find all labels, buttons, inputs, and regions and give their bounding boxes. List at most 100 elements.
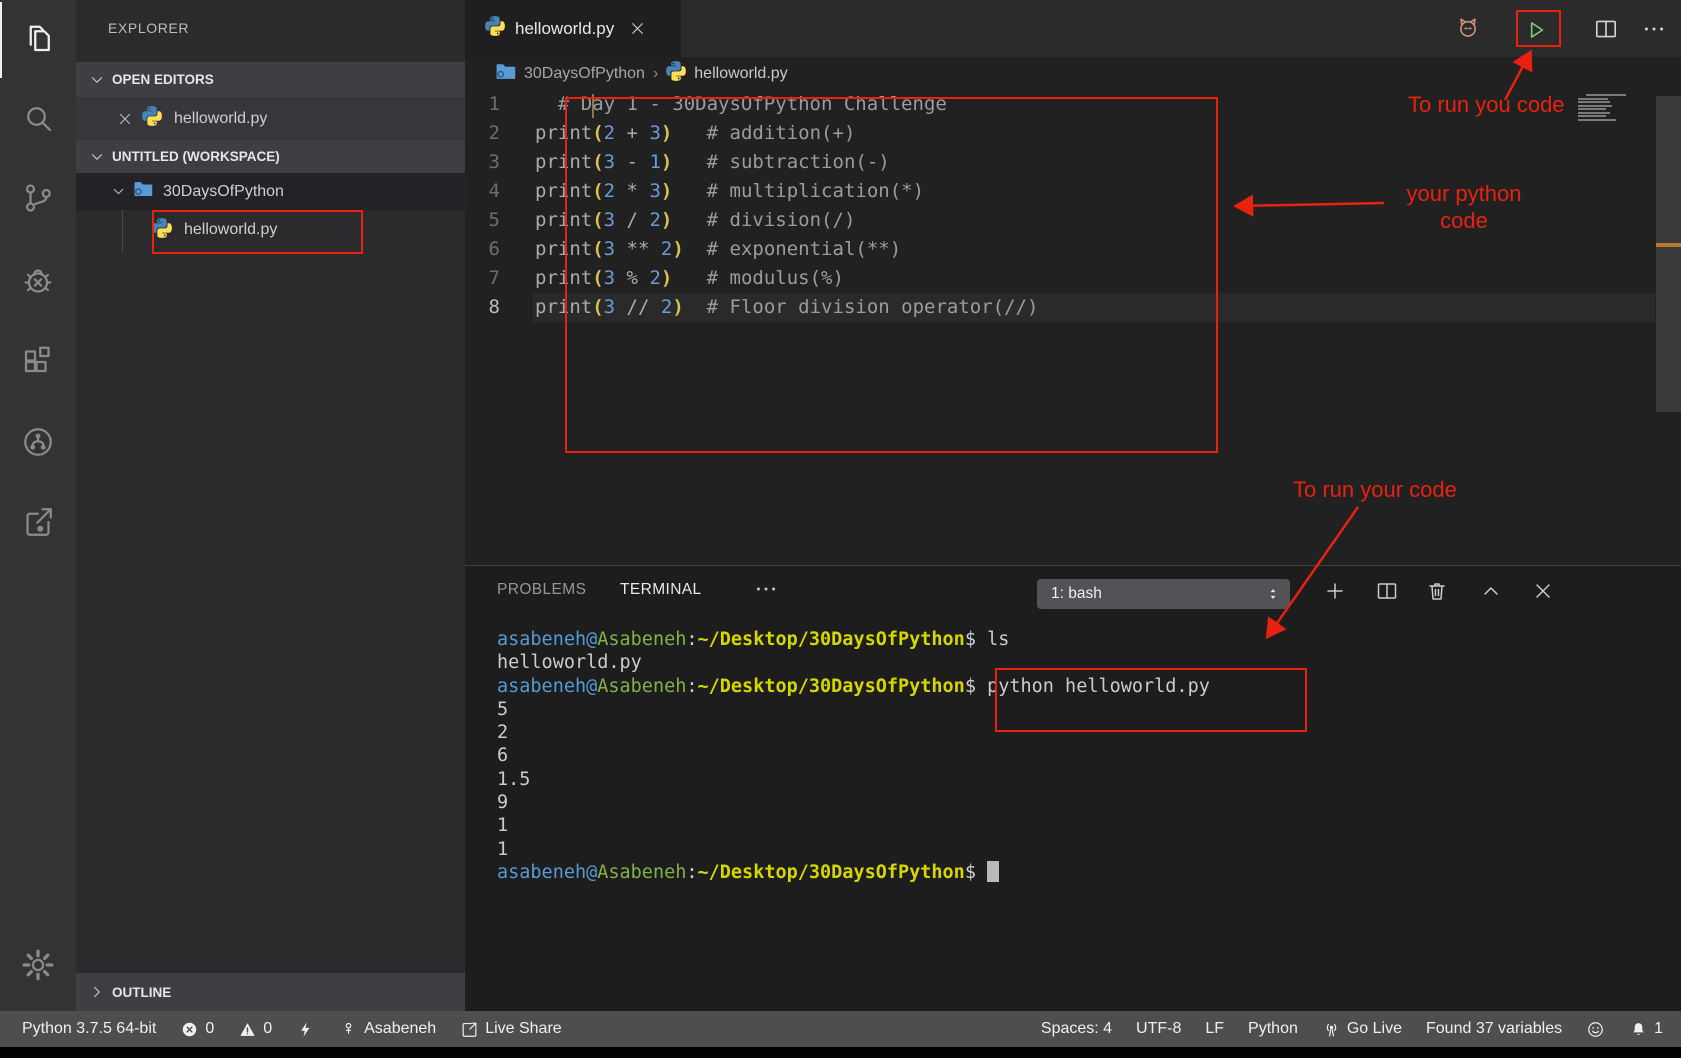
tab-terminal[interactable]: TERMINAL	[620, 581, 702, 599]
overview-ruler-marker	[1656, 243, 1681, 247]
files-icon	[21, 20, 57, 61]
status-item-label: Python	[1248, 1020, 1298, 1038]
updown-arrows-icon	[1264, 585, 1282, 603]
share-activity-button[interactable]	[0, 486, 76, 562]
status-item-label: Python 3.7.5 64-bit	[22, 1020, 156, 1038]
status-item-right-4[interactable]: Go Live	[1322, 1020, 1402, 1039]
status-item-left-4[interactable]: Asabeneh	[339, 1020, 436, 1039]
test-explorer-icon	[20, 424, 56, 465]
status-item-right-0[interactable]: Spaces: 4	[1041, 1020, 1112, 1038]
terminal-selector[interactable]: 1: bash	[1037, 579, 1290, 609]
error-icon	[180, 1020, 199, 1039]
python-file-icon	[142, 106, 162, 131]
breadcrumb: 30DaysOfPython › helloworld.py	[465, 57, 1681, 90]
files-activity-button[interactable]	[0, 2, 76, 78]
code-line-1[interactable]: 1 # Day 1 - 30DaysOfPython Challenge	[465, 90, 1681, 119]
status-item-left-3[interactable]	[296, 1020, 315, 1039]
status-item-right-2[interactable]: LF	[1205, 1020, 1224, 1038]
line-number: 1	[465, 90, 535, 119]
status-item-right-6[interactable]	[1586, 1020, 1605, 1039]
broadcast-icon	[1322, 1020, 1341, 1039]
tree-folder-30daysofpython[interactable]: 30DaysOfPython	[76, 173, 465, 210]
status-item-left-1[interactable]: 0	[180, 1020, 214, 1039]
line-number: 5	[465, 206, 535, 235]
breadcrumb-file[interactable]: helloworld.py	[694, 65, 787, 83]
close-icon[interactable]	[116, 110, 134, 128]
open-editor-item[interactable]: helloworld.py	[76, 97, 465, 140]
python-file-icon	[152, 218, 172, 243]
status-item-right-5[interactable]: Found 37 variables	[1426, 1020, 1562, 1038]
code-editor[interactable]: 1 # Day 1 - 30DaysOfPython Challenge2pri…	[465, 90, 1681, 322]
tab-problems[interactable]: PROBLEMS	[497, 581, 586, 599]
status-item-left-5[interactable]: Live Share	[460, 1020, 562, 1039]
tree-folder-label: 30DaysOfPython	[163, 183, 284, 201]
status-item-label: 0	[205, 1020, 214, 1038]
terminal-line-2: helloworld.py	[497, 651, 1210, 674]
minimap-line	[1586, 94, 1626, 96]
line-number: 3	[465, 148, 535, 177]
terminal-line-4: 5	[497, 698, 1210, 721]
split-editor-icon[interactable]	[1593, 16, 1619, 42]
editor-scrollbar[interactable]	[1656, 96, 1681, 412]
tab-label: helloworld.py	[515, 19, 614, 39]
activity-bar	[0, 0, 76, 1011]
breadcrumb-folder[interactable]: 30DaysOfPython	[524, 65, 645, 83]
folder-icon	[495, 61, 516, 87]
code-line-6[interactable]: 6print(3 ** 2) # exponential(**)	[465, 235, 1681, 264]
code-line-5[interactable]: 5print(3 / 2) # division(/)	[465, 206, 1681, 235]
code-line-2[interactable]: 2print(2 + 3) # addition(+)	[465, 119, 1681, 148]
terminal-line-10: 1	[497, 838, 1210, 861]
status-item-left-0[interactable]: Python 3.7.5 64-bit	[22, 1020, 156, 1038]
more-actions-icon[interactable]	[1641, 16, 1667, 42]
tab-helloworld[interactable]: helloworld.py	[465, 0, 681, 57]
status-item-right-1[interactable]: UTF-8	[1136, 1020, 1181, 1038]
terminal-cursor	[987, 861, 999, 882]
terminal-line-11: asabeneh@Asabeneh:~/Desktop/30DaysOfPyth…	[497, 861, 1210, 884]
explorer-sidebar: EXPLORER OPEN EDITORS helloworld.py UNTI…	[76, 0, 465, 1011]
lightning-icon	[296, 1020, 315, 1039]
minimap-line	[1578, 119, 1616, 121]
search-activity-button[interactable]	[0, 82, 76, 158]
line-number: 6	[465, 235, 535, 264]
minimap-line	[1578, 105, 1612, 107]
kill-terminal-icon[interactable]	[1425, 579, 1453, 607]
python-file-icon	[485, 16, 505, 41]
line-number: 4	[465, 177, 535, 206]
code-line-7[interactable]: 7print(3 % 2) # modulus(%)	[465, 264, 1681, 293]
close-panel-icon[interactable]	[1531, 579, 1559, 607]
minimap-line	[1578, 98, 1608, 100]
status-item-right-7[interactable]: 1	[1629, 1020, 1663, 1039]
status-item-right-3[interactable]: Python	[1248, 1020, 1298, 1038]
code-line-3[interactable]: 3print(3 - 1) # subtraction(-)	[465, 148, 1681, 177]
status-item-left-2[interactable]: 0	[238, 1020, 272, 1039]
bottom-panel: PROBLEMS TERMINAL 1: bash asabeneh@Asabe…	[465, 565, 1681, 1011]
open-editors-label: OPEN EDITORS	[112, 72, 214, 87]
maximize-panel-icon[interactable]	[1479, 579, 1507, 607]
terminal-output[interactable]: asabeneh@Asabeneh:~/Desktop/30DaysOfPyth…	[497, 628, 1210, 884]
close-tab-icon[interactable]	[628, 19, 647, 38]
settings-activity-button[interactable]	[0, 929, 76, 1005]
outline-header[interactable]: OUTLINE	[76, 973, 465, 1011]
new-terminal-icon[interactable]	[1323, 579, 1351, 607]
open-editor-label: helloworld.py	[174, 110, 267, 128]
code-line-8[interactable]: 8print(3 // 2) # Floor division operator…	[465, 293, 1681, 322]
terminal-selector-value: 1: bash	[1051, 585, 1264, 603]
tree-file-helloworld[interactable]: helloworld.py	[76, 210, 465, 250]
workspace-header[interactable]: UNTITLED (WORKSPACE)	[76, 140, 465, 173]
outline-label: OUTLINE	[112, 985, 171, 1000]
open-editors-header[interactable]: OPEN EDITORS	[76, 62, 465, 97]
debug-activity-button[interactable]	[0, 245, 76, 321]
status-item-label: Go Live	[1347, 1020, 1402, 1038]
editor-group: helloworld.py 30DaysOfPython › helloworl…	[465, 0, 1681, 565]
split-terminal-icon[interactable]	[1375, 579, 1403, 607]
panel-more-icon[interactable]	[753, 576, 779, 607]
test-explorer-activity-button[interactable]	[0, 406, 76, 482]
minimap[interactable]	[1578, 94, 1630, 122]
extensions-activity-button[interactable]	[0, 326, 76, 402]
share-icon	[20, 504, 56, 545]
code-line-4[interactable]: 4print(2 * 3) # multiplication(*)	[465, 177, 1681, 206]
cat-icon[interactable]	[1455, 15, 1481, 41]
source-control-activity-button[interactable]	[0, 162, 76, 238]
run-code-button[interactable]	[1515, 13, 1557, 46]
tree-file-label: helloworld.py	[184, 221, 277, 239]
